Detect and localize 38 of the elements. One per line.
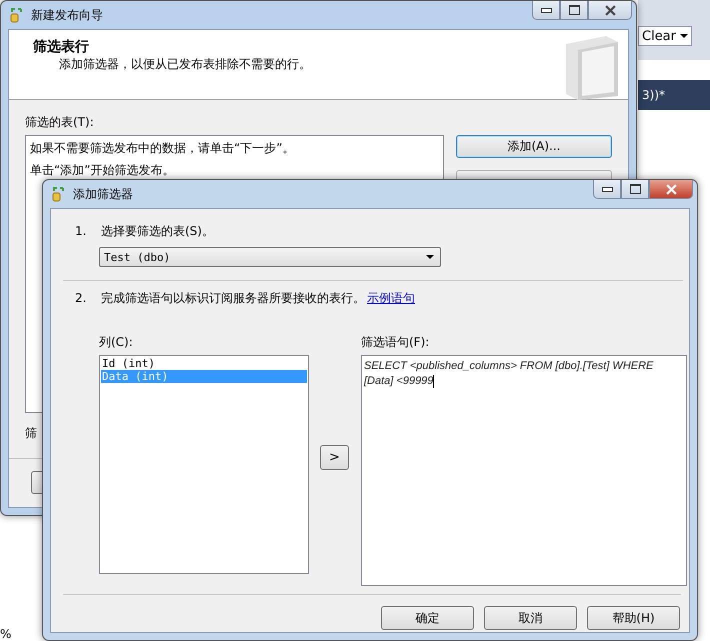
dropdown-arrow-icon bbox=[426, 255, 434, 259]
insert-button[interactable]: > bbox=[320, 445, 349, 470]
zoom-dropdown[interactable]: % bbox=[0, 628, 30, 641]
document-tab[interactable]: 3))* bbox=[638, 80, 710, 110]
step-number: 2. bbox=[75, 291, 88, 305]
filter-icon bbox=[51, 186, 67, 202]
page-subtitle: 添加筛选器，以便从已发布表排除不需要的行。 bbox=[59, 56, 312, 73]
wizard-icon bbox=[9, 7, 25, 23]
step-number: 1. bbox=[75, 224, 88, 238]
list-message: 如果不需要筛选发布中的数据，请单击“下一步”。 bbox=[30, 140, 296, 157]
statement-label: 筛选语句(F): bbox=[361, 334, 430, 351]
dialog-button[interactable]: 取消 bbox=[484, 606, 577, 630]
filters-label: 筛 bbox=[25, 425, 38, 442]
columns-label: 列(C): bbox=[99, 334, 134, 351]
dropdown-arrow-icon bbox=[680, 34, 688, 38]
list-message: 单击“添加”开始筛选发布。 bbox=[30, 162, 176, 179]
toolbar-dropdown[interactable]: Clear bbox=[638, 26, 692, 46]
wizard-button[interactable]: 添加(A)... bbox=[456, 135, 612, 158]
dialog-title: 添加筛选器 bbox=[73, 186, 133, 202]
page-heading: 筛选表行 bbox=[33, 38, 90, 56]
tables-label: 筛选的表(T): bbox=[25, 114, 95, 131]
window-title: 新建发布向导 bbox=[31, 6, 103, 24]
maximize-button[interactable] bbox=[560, 1, 588, 20]
example-link[interactable]: 示例语句 bbox=[367, 290, 415, 306]
table-dropdown[interactable]: Test (dbo) bbox=[99, 247, 441, 267]
close-icon bbox=[666, 184, 676, 194]
column-item[interactable]: Id (int) bbox=[101, 357, 307, 370]
minimize-button[interactable] bbox=[532, 1, 560, 20]
close-button[interactable] bbox=[649, 180, 693, 199]
dialog-button[interactable]: 确定 bbox=[381, 606, 474, 630]
dialog-button[interactable]: 帮助(H) bbox=[587, 606, 680, 630]
statement-field[interactable]: SELECT <published_columns> FROM [dbo].[Test] WHERE [Data] <99999 bbox=[361, 355, 687, 586]
step-text: 选择要筛选的表(S)。 bbox=[101, 222, 214, 240]
step-text: 完成筛选语句以标识订阅服务器所要接收的表行。 bbox=[101, 290, 365, 306]
maximize-button[interactable] bbox=[621, 180, 649, 199]
close-icon bbox=[604, 4, 616, 16]
minimize-button[interactable] bbox=[593, 180, 621, 199]
close-button[interactable] bbox=[588, 1, 632, 20]
